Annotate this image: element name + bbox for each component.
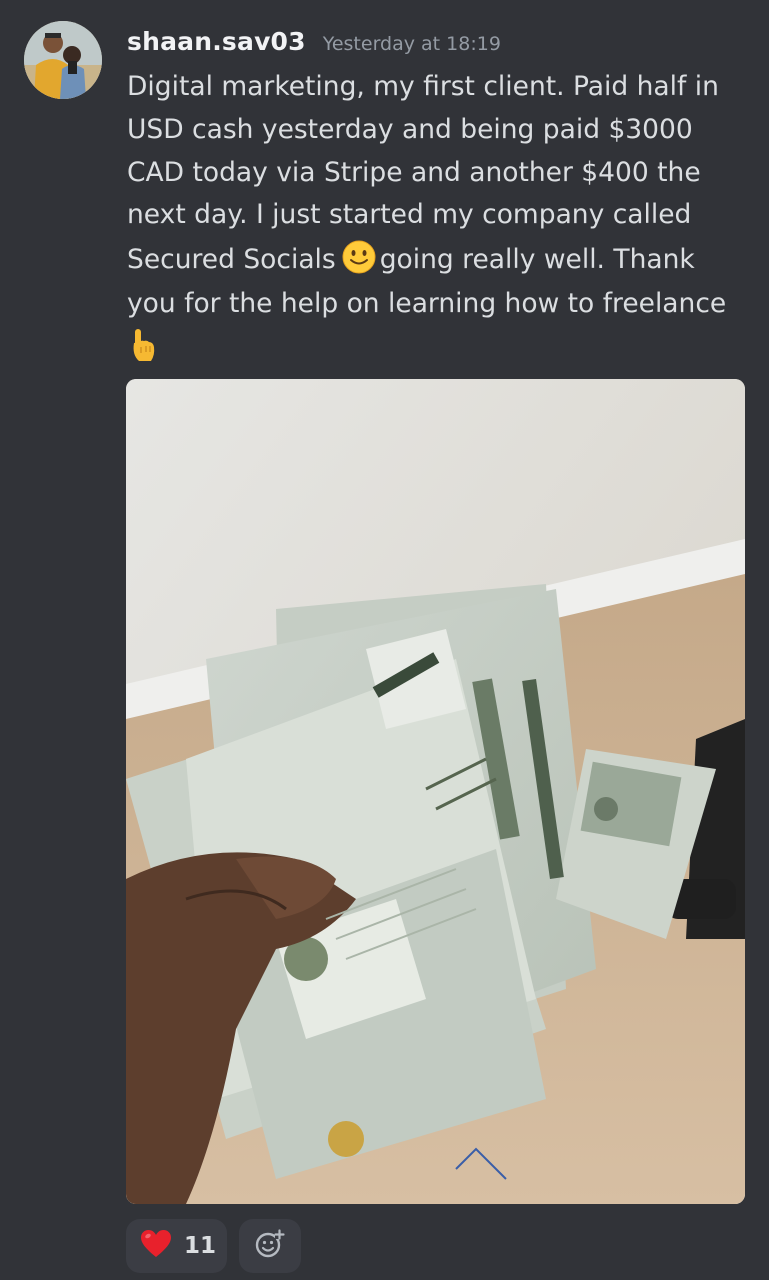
username[interactable]: shaan.sav03 xyxy=(127,27,306,56)
message-line: you for the help on learning how to free… xyxy=(127,288,727,320)
red-heart-icon xyxy=(140,1229,172,1263)
message-line: USD cash yesterday and being paid $3000 xyxy=(127,113,693,145)
message-line xyxy=(127,326,727,369)
message-line: Digital marketing, my first client. Paid… xyxy=(127,71,719,102)
message-header: shaan.sav03 Yesterday at 18:19 xyxy=(127,27,501,63)
add-reaction-button[interactable] xyxy=(239,1219,301,1273)
reaction-count: 11 xyxy=(184,1233,217,1259)
message-text: going really well. Thank xyxy=(379,244,695,276)
slightly-smiling-face-icon xyxy=(342,240,376,274)
timestamp[interactable]: Yesterday at 18:19 xyxy=(323,33,501,55)
reaction-red-heart[interactable]: 11 xyxy=(126,1219,227,1273)
message-line: next day. I just started my company call… xyxy=(127,199,692,231)
reactions-bar: 11 xyxy=(126,1219,301,1273)
image-attachment[interactable] xyxy=(126,379,745,1204)
message-text: Secured Socials xyxy=(127,244,336,276)
message-content: Digital marketing, my first client. Paid… xyxy=(127,66,727,369)
message-line: CAD today via Stripe and another $400 th… xyxy=(127,156,701,188)
user-avatar[interactable] xyxy=(24,21,102,99)
add-reaction-icon xyxy=(255,1229,285,1263)
message-line: Secured Socials going really well. Thank xyxy=(127,237,727,283)
backhand-index-pointing-up-icon xyxy=(127,327,159,363)
